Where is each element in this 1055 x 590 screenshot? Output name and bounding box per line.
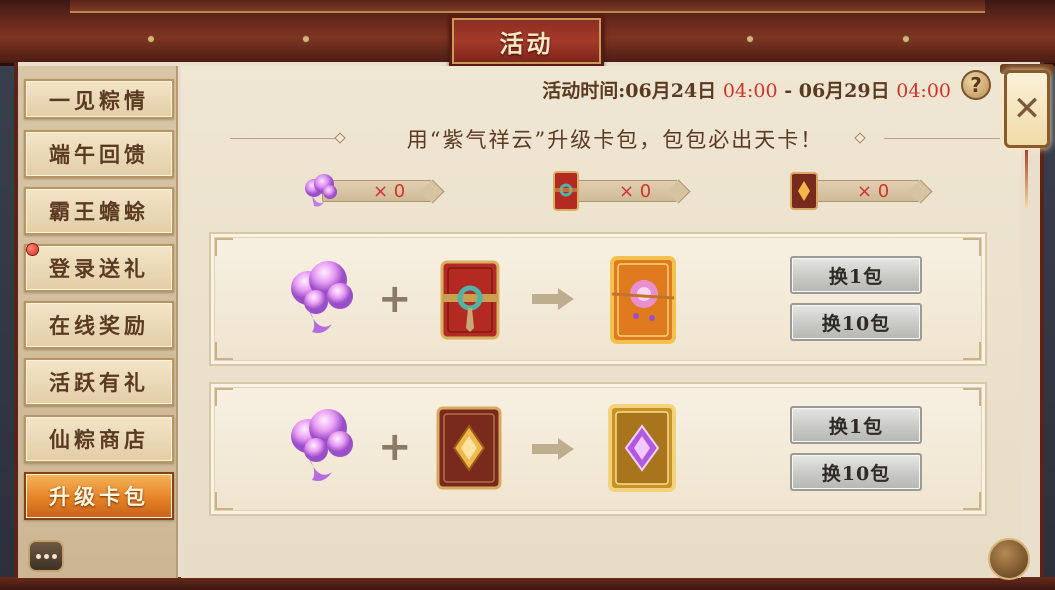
counter-value: × 0 (373, 181, 406, 202)
event-time: 活动时间:06月24日 04:00 - 06月29日 04:00 (542, 76, 951, 103)
nail-decoration (903, 36, 909, 42)
corner-ornament (963, 238, 981, 256)
corner-ornament (963, 342, 981, 360)
close-icon: ✕ (1012, 89, 1042, 129)
corner-ornament (215, 492, 233, 510)
corner-ornament (963, 388, 981, 406)
sidebar: 一见粽情 端午回馈 霸王蟾蜍 登录送礼 在线奖励 活跃有礼 仙粽商店 升级卡包 (18, 66, 178, 578)
corner-ornament (215, 342, 233, 360)
sidebar-item-label: 活跃有礼 (49, 370, 149, 395)
divider-line (884, 138, 1000, 139)
red-card-pack-icon (553, 171, 579, 211)
sidebar-item-bawangchanchu[interactable]: 霸王蟾蜍 (24, 187, 174, 235)
sidebar-item-label: 端午回馈 (49, 142, 149, 167)
corner-ornament (963, 492, 981, 510)
sidebar-item-label: 在线奖励 (49, 313, 149, 338)
sidebar-item-denglusongli[interactable]: 登录送礼 (24, 244, 174, 292)
chat-dot-icon (51, 553, 57, 559)
purple-cloud-icon (291, 409, 353, 481)
sidebar-item-huoyueyouli[interactable]: 活跃有礼 (24, 358, 174, 406)
nail-decoration (747, 36, 753, 42)
exchange-1-button[interactable]: 换1包 (790, 256, 922, 294)
notification-dot (27, 244, 38, 255)
counter-value: × 0 (857, 181, 890, 202)
window-title: 活动 (499, 28, 554, 58)
event-end-date: 06月29日 (798, 80, 890, 102)
red-card-pack-icon (440, 260, 500, 340)
sidebar-item-label: 仙粽商店 (49, 427, 149, 452)
lantern-tassel (1025, 150, 1028, 208)
button-label: 换1包 (828, 415, 884, 438)
exchange-10-button[interactable]: 换10包 (790, 303, 922, 341)
nail-decoration (303, 36, 309, 42)
sidebar-item-duanwuhuikui[interactable]: 端午回馈 (24, 130, 174, 178)
purple-cloud-icon (305, 174, 337, 207)
button-label: 换10包 (821, 462, 891, 485)
purple-cloud-icon (291, 261, 353, 333)
top-rail (70, 0, 985, 13)
arrow-right-icon (532, 438, 574, 460)
sidebar-item-shengjikabao[interactable]: 升级卡包 (24, 472, 174, 520)
sidebar-item-label: 登录送礼 (49, 256, 149, 281)
chat-button[interactable] (28, 540, 64, 572)
event-end-time: 04:00 (896, 80, 951, 102)
bottom-frame (0, 577, 1055, 590)
brown-card-pack-icon (790, 172, 818, 210)
button-label: 换10包 (821, 312, 891, 335)
chat-dot-icon (43, 553, 49, 559)
sidebar-item-xianzongshangdian[interactable]: 仙粽商店 (24, 415, 174, 463)
plus-sign: + (378, 424, 412, 470)
plus-sign: + (378, 276, 412, 322)
arrow-right-icon (532, 288, 574, 310)
menu-avatar-icon[interactable] (988, 538, 1030, 580)
event-time-separator: - (784, 80, 793, 102)
sidebar-item-label: 升级卡包 (49, 484, 149, 509)
diamond-ornament (334, 132, 346, 144)
sidebar-item-label: 一见粽情 (49, 88, 149, 113)
question-icon: ? (970, 73, 982, 97)
help-button[interactable]: ? (961, 70, 991, 100)
exchange-1-button[interactable]: 换1包 (790, 406, 922, 444)
sidebar-item-yijianzongqing[interactable]: 一见粽情 (24, 79, 174, 119)
corner-ornament (215, 238, 233, 256)
divider-line (230, 138, 338, 139)
close-button[interactable]: ✕ (1004, 70, 1050, 148)
nail-decoration (148, 36, 154, 42)
window-title-plaque: 活动 (449, 15, 604, 67)
counter-brown-card-pack: × 0 (806, 180, 920, 202)
counter-value: × 0 (619, 181, 652, 202)
gold-orange-card-pack-icon (610, 256, 676, 344)
brown-card-pack-icon (436, 406, 502, 490)
event-start-time: 04:00 (722, 80, 778, 102)
corner-ornament (215, 388, 233, 406)
sidebar-item-zaixianjiangli[interactable]: 在线奖励 (24, 301, 174, 349)
counter-red-card-pack: × 0 (568, 180, 678, 202)
sidebar-item-label: 霸王蟾蜍 (49, 199, 149, 224)
event-time-prefix: 活动时间: (542, 80, 626, 102)
gold-purple-card-pack-icon (608, 404, 676, 492)
headline-row: 用“紫气祥云”升级卡包，包包必出天卡！ (230, 124, 1000, 154)
diamond-ornament (854, 132, 866, 144)
chat-dot-icon (35, 553, 41, 559)
event-start-date: 06月24日 (625, 80, 717, 102)
exchange-10-button[interactable]: 换10包 (790, 453, 922, 491)
button-label: 换1包 (828, 265, 884, 288)
headline-text: 用“紫气祥云”升级卡包，包包必出天卡！ (406, 128, 824, 152)
